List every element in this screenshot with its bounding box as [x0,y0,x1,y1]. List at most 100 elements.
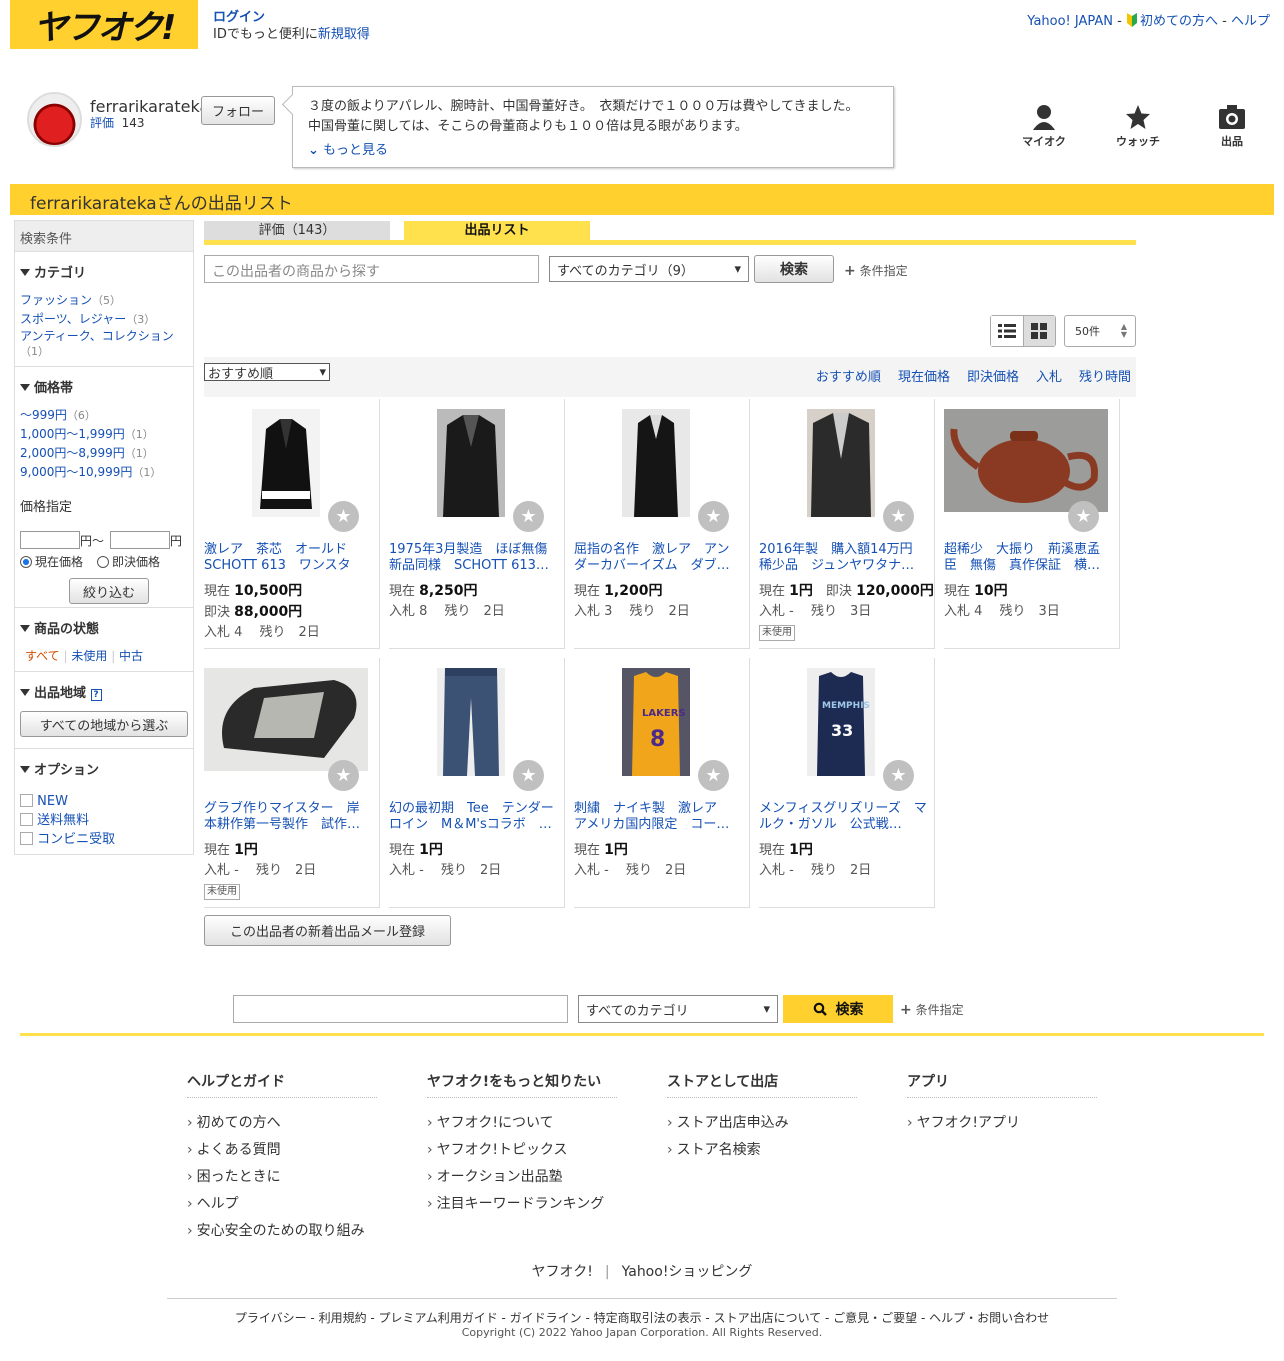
item-title[interactable]: 激レア 茶芯 オールド SCHOTT 613 ワンスター … [204,542,372,574]
signup-link[interactable]: 新規取得 [318,27,370,42]
footer-link[interactable]: ストア出店申込み [667,1110,857,1137]
narrow-button[interactable]: 絞り込む [69,578,149,604]
price-item[interactable]: 〜999円（6） [20,406,188,425]
sort-recommend[interactable]: おすすめ順 [816,370,881,385]
option-convenience[interactable]: コンビニ受取 [20,830,188,849]
more-link[interactable]: ⌄ もっと見る [308,141,878,161]
checkbox[interactable] [20,832,33,845]
item-title[interactable]: 屈指の名作 激レア アンダーカバーイズム ダブ… [574,542,742,574]
section-title[interactable]: 価格帯 [20,377,188,396]
yahoo-japan-link[interactable]: Yahoo! JAPAN [1027,14,1113,29]
category-item[interactable]: スポーツ、レジャー（3） [20,310,188,329]
price-min-input[interactable] [20,531,80,549]
footer-link[interactable]: オークション出品塾 [427,1164,617,1191]
grid-view-icon[interactable] [1022,316,1055,346]
tab-rating[interactable]: 評価（143） [204,221,390,240]
section-title[interactable]: 出品地域 [34,686,86,701]
checkbox[interactable] [20,813,33,826]
price-item[interactable]: 9,000円〜10,999円（1） [20,463,188,482]
bottom-search-button[interactable]: 検索 [783,995,893,1023]
watch-star-icon[interactable]: ★ [328,501,359,532]
radio-buynow[interactable] [97,555,110,568]
price-item[interactable]: 1,000円〜1,999円（1） [20,425,188,444]
section-title[interactable]: 商品の状態 [20,618,188,637]
sort-time-left[interactable]: 残り時間 [1079,370,1131,385]
category-item[interactable]: アンティーク、コレクション （1） [20,329,188,359]
footer-link[interactable]: 注目キーワードランキング [427,1191,617,1218]
section-title[interactable]: カテゴリ [20,262,188,281]
mail-register-button[interactable]: この出品者の新着出品メール登録 [204,915,451,946]
help-link[interactable]: ヘルプ [1231,14,1270,29]
rating-link[interactable]: 評価 [90,116,114,130]
footer-link[interactable]: ヘルプ [187,1191,377,1218]
item-title[interactable]: 超稀少 大振り 荊溪恵孟臣 無傷 真作保証 横… [944,542,1112,574]
item-card[interactable]: ★ 1975年3月製造 ほぼ無傷 新品同様 SCHOTT 613… 現在 8,250… [389,399,565,649]
cond-used[interactable]: 中古 [119,649,143,663]
help-icon[interactable]: ? [90,689,102,701]
watch-star-icon[interactable]: ★ [698,760,729,791]
item-title[interactable]: 刺繍 ナイキ製 激レア アメリカ国内限定 コー… [574,801,742,833]
footer-link[interactable]: 困ったときに [187,1164,377,1191]
footer-link[interactable]: 安心安全のための取り組み [187,1218,377,1245]
item-title[interactable]: メンフィスグリズリーズ マルク・ガソル 公式戦… [759,801,927,833]
item-title[interactable]: グラブ作りマイスター 岸本耕作第一号製作 試作… [204,801,372,833]
footer-link[interactable]: 初めての方へ [187,1110,377,1137]
price-max-input[interactable] [110,531,171,549]
option-free-shipping[interactable]: 送料無料 [20,811,188,830]
checkbox[interactable] [20,794,33,807]
footer-link[interactable]: よくある質問 [187,1137,377,1164]
cond-unused[interactable]: 未使用 [71,649,107,663]
sell-nav[interactable]: 出品 [1202,104,1262,149]
watch-star-icon[interactable]: ★ [698,501,729,532]
sort-current-price[interactable]: 現在価格 [898,370,950,385]
sort-select[interactable]: おすすめ順 ▾ [204,363,330,382]
seller-search-input[interactable]: この出品者の商品から探す [204,255,539,283]
section-title[interactable]: オプション [20,759,188,778]
seller-avatar[interactable] [27,92,82,147]
item-card[interactable]: ★ 激レア 茶芯 オールド SCHOTT 613 ワンスター … 現在 10,500… [204,399,380,649]
bottom-search-input[interactable] [233,995,568,1023]
footer-link[interactable]: ストア名検索 [667,1137,857,1164]
footer-link[interactable]: ヤフオク!について [427,1110,617,1137]
item-card[interactable]: ★ 超稀少 大振り 荊溪恵孟臣 無傷 真作保証 横… 現在 10円 入札 4 残り 3… [944,399,1120,649]
beginner-link[interactable]: 初めての方へ [1140,14,1218,29]
footer-link[interactable]: ヤフオク!アプリ [907,1110,1097,1137]
watch-star-icon[interactable]: ★ [1068,501,1099,532]
region-button[interactable]: すべての地域から選ぶ [20,711,188,737]
watch-star-icon[interactable]: ★ [328,760,359,791]
per-page-select[interactable]: 50件 ▲ ▼ [1064,315,1136,347]
login-link[interactable]: ログイン [213,10,265,25]
service-link[interactable]: Yahoo!ショッピング [622,1264,753,1280]
price-item[interactable]: 2,000円〜8,999円（1） [20,444,188,463]
watch-nav[interactable]: ウォッチ [1108,104,1168,149]
item-card[interactable]: ★ グラブ作りマイスター 岸本耕作第一号製作 試作… 現在 1円 入札 - 残り 2日… [204,658,380,908]
item-card[interactable]: ★ 屈指の名作 激レア アンダーカバーイズム ダブ… 現在 1,200円 入札 3 残… [574,399,750,649]
item-card[interactable]: LAKERS 8 ★ 刺繍 ナイキ製 激レア アメリカ国内限定 コー… 現在 1円 入札 … [574,658,750,908]
item-title[interactable]: 2016年製 購入額14万円 稀少品 ジュンヤワタナ… [759,542,927,574]
option-new[interactable]: NEW [20,792,188,811]
myauc-nav[interactable]: マイオク [1014,104,1074,149]
watch-star-icon[interactable]: ★ [513,501,544,532]
list-view-icon[interactable] [991,316,1023,346]
search-button[interactable]: 検索 [754,255,834,283]
service-link[interactable]: ヤフオク! [532,1264,593,1280]
cond-spec-link[interactable]: + 条件指定 [844,262,908,279]
item-card[interactable]: ★ 幻の最初期 Tee テンダーロイン M＆M'sコラボ … 現在 1円 入札 - 残… [389,658,565,908]
item-title[interactable]: 幻の最初期 Tee テンダーロイン M＆M'sコラボ … [389,801,557,833]
radio-current[interactable] [20,555,32,568]
item-card[interactable]: MEMPHIS 33 ★ メンフィスグリズリーズ マルク・ガソル 公式戦… 現在 1円入… [759,658,935,908]
sort-bids[interactable]: 入札 [1036,370,1062,385]
footer-link[interactable]: ヤフオク!トピックス [427,1137,617,1164]
item-title[interactable]: 1975年3月製造 ほぼ無傷 新品同様 SCHOTT 613… [389,542,557,574]
watch-star-icon[interactable]: ★ [513,760,544,791]
watch-star-icon[interactable]: ★ [883,760,914,791]
yahuoku-logo[interactable]: ヤフオク! [10,0,198,49]
category-item[interactable]: ファッション（5） [20,291,188,310]
watch-star-icon[interactable]: ★ [883,501,914,532]
footer-legal-links[interactable]: プライバシー - 利用規約 - プレミアム利用ガイド - ガイドライン - 特定… [0,1309,1284,1326]
follow-button[interactable]: フォロー [201,96,275,125]
bottom-category-select[interactable]: すべてのカテゴリ ▾ [578,995,778,1023]
tab-listing[interactable]: 出品リスト [404,221,590,240]
bottom-cond-link[interactable]: + 条件指定 [900,1001,964,1018]
category-select[interactable]: すべてのカテゴリ（9） ▾ [549,256,749,282]
